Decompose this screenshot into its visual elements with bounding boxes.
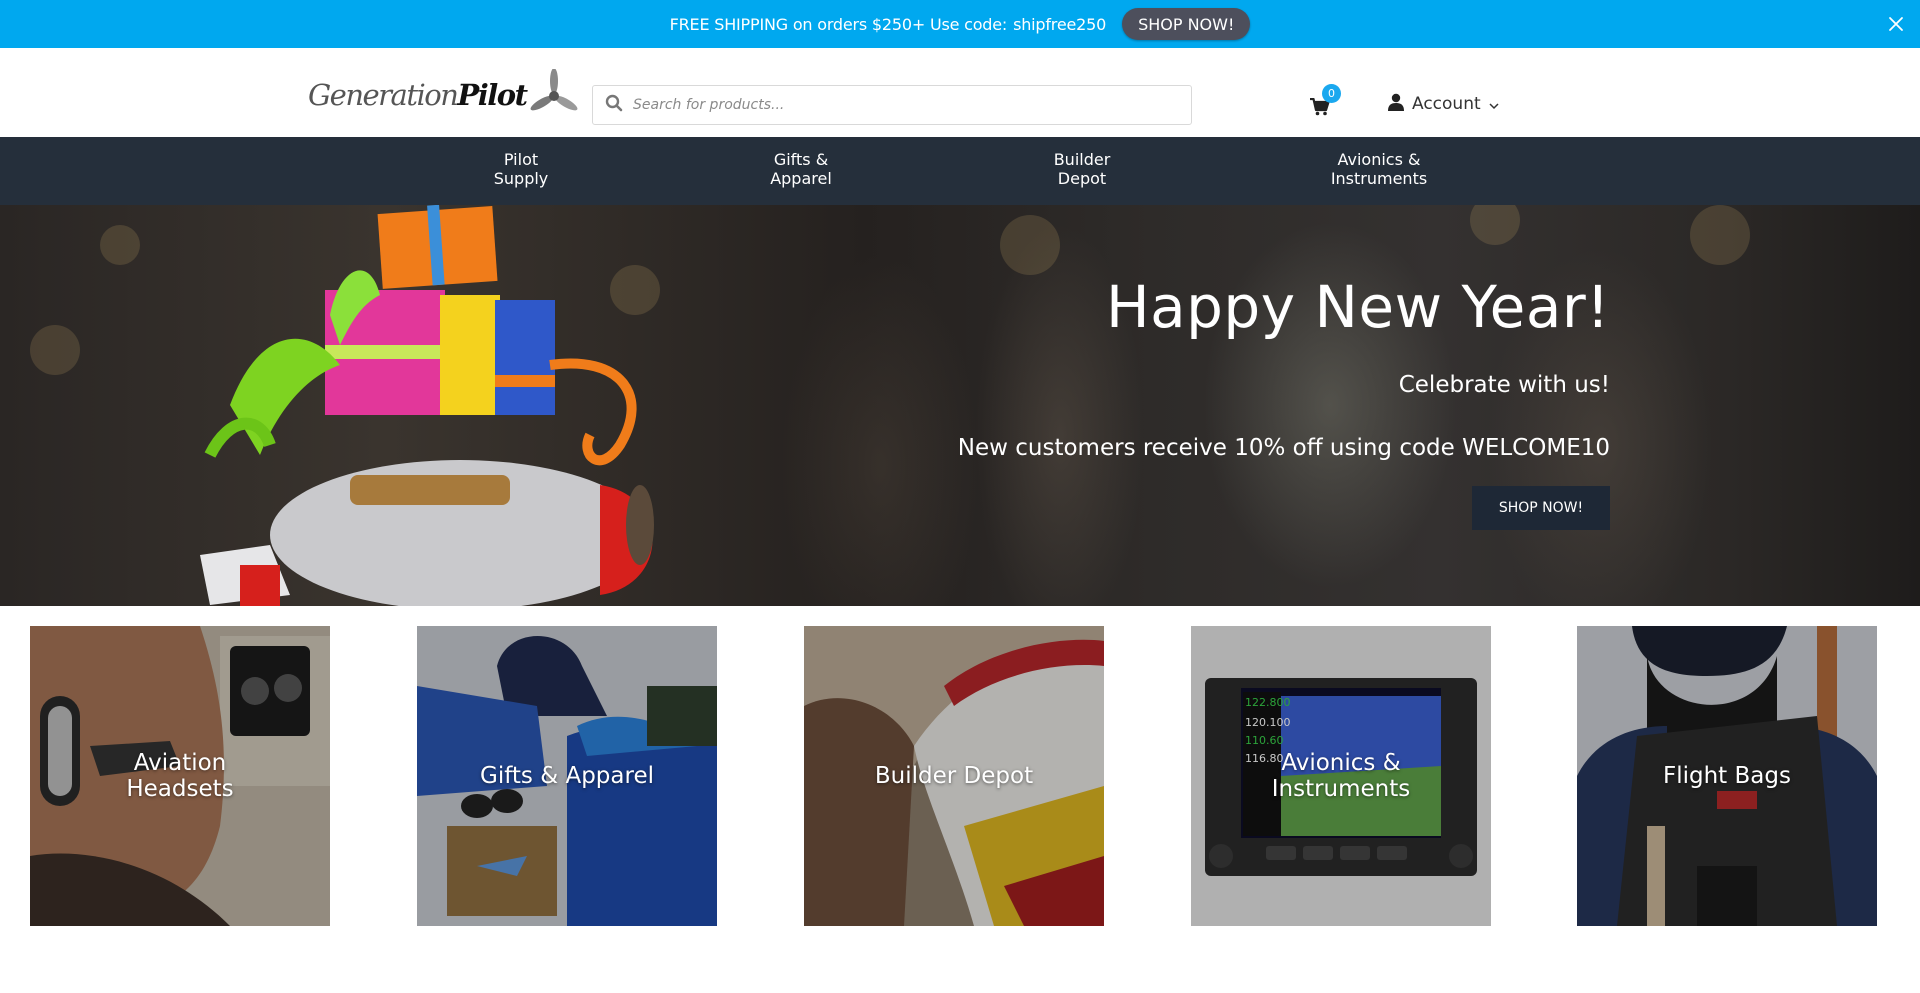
category-label-line2: Instruments [1271, 776, 1411, 802]
category-label: Gifts & Apparel [417, 626, 717, 926]
nav-item-pilot-supply[interactable]: Pilot Supply [441, 150, 601, 188]
promo-text: FREE SHIPPING on orders $250+ Use code: [669, 14, 1008, 34]
cart-count-badge: 0 [1322, 84, 1341, 103]
logo-text-light: Generation [308, 78, 459, 112]
category-label-line1: Flight Bags [1663, 763, 1791, 789]
promo-bar: FREE SHIPPING on orders $250+ Use code: … [0, 0, 1920, 48]
category-tile-flight-bags[interactable]: Flight Bags [1577, 626, 1877, 926]
hero-offer-text: New customers receive 10% off using code… [957, 435, 1610, 461]
site-header: GenerationPilot 0 Account [0, 48, 1920, 137]
promo-code: shipfree250 [1013, 14, 1107, 34]
category-label-line1: Builder Depot [874, 763, 1034, 789]
hero-subtitle: Celebrate with us! [1398, 372, 1610, 398]
category-label-line1: Avionics & [1281, 750, 1401, 776]
category-tile-aviation-headsets[interactable]: Aviation Headsets [30, 626, 330, 926]
nav-item-avionics-instruments[interactable]: Avionics & Instruments [1299, 150, 1459, 188]
hero-title: Happy New Year! [1105, 273, 1610, 341]
bokeh-light [1000, 215, 1060, 275]
bokeh-light [1470, 205, 1520, 245]
propeller-icon [530, 68, 578, 121]
nav-label-line2: Instruments [1330, 169, 1428, 188]
logo-text-strong: Pilot [457, 78, 528, 112]
account-label: Account [1412, 94, 1481, 114]
user-icon [1388, 93, 1404, 115]
cart-button[interactable]: 0 [1308, 84, 1348, 124]
category-label: Aviation Headsets [30, 626, 330, 926]
nav-label-line1: Avionics & [1337, 150, 1421, 169]
logo-wordmark: GenerationPilot [308, 78, 528, 112]
hero-image-gifts-on-plane [200, 205, 760, 606]
chevron-down-icon [1489, 95, 1499, 114]
search-box [592, 85, 1192, 125]
search-input[interactable] [633, 97, 1173, 113]
bokeh-light [100, 225, 140, 265]
category-tile-avionics-instruments[interactable]: 122.800 120.100 110.60 116.80 Avionics &… [1191, 626, 1491, 926]
nav-label-line1: Pilot [503, 150, 539, 169]
category-label: Builder Depot [804, 626, 1104, 926]
main-nav: Pilot Supply Gifts & Apparel Builder Dep… [0, 137, 1920, 205]
category-tile-gifts-apparel[interactable]: Gifts & Apparel [417, 626, 717, 926]
close-icon[interactable] [1884, 12, 1908, 36]
bokeh-light [1690, 205, 1750, 265]
nav-item-builder-depot[interactable]: Builder Depot [1002, 150, 1162, 188]
nav-label-line2: Apparel [770, 169, 832, 188]
category-label: Flight Bags [1577, 626, 1877, 926]
category-label: Avionics & Instruments [1191, 626, 1491, 926]
category-tile-builder-depot[interactable]: Builder Depot [804, 626, 1104, 926]
nav-label-line2: Depot [1057, 169, 1107, 188]
nav-label-line1: Builder [1053, 150, 1111, 169]
promo-shop-now-button[interactable]: SHOP NOW! [1122, 8, 1251, 40]
bokeh-light [30, 325, 80, 375]
category-label-line2: Headsets [126, 776, 234, 802]
account-menu[interactable]: Account [1388, 92, 1499, 116]
hero-banner: Happy New Year! Celebrate with us! New c… [0, 205, 1920, 606]
category-label-line1: Aviation [133, 750, 227, 776]
nav-item-gifts-apparel[interactable]: Gifts & Apparel [721, 150, 881, 188]
category-label-line1: Gifts & Apparel [480, 763, 654, 789]
nav-label-line1: Gifts & [773, 150, 829, 169]
site-logo[interactable]: GenerationPilot [308, 68, 578, 120]
category-tiles: Aviation Headsets Gifts & Apparel Builde… [0, 626, 1920, 926]
hero-shop-now-button[interactable]: SHOP NOW! [1472, 486, 1610, 530]
search-icon[interactable] [605, 94, 623, 116]
nav-label-line2: Supply [493, 169, 549, 188]
